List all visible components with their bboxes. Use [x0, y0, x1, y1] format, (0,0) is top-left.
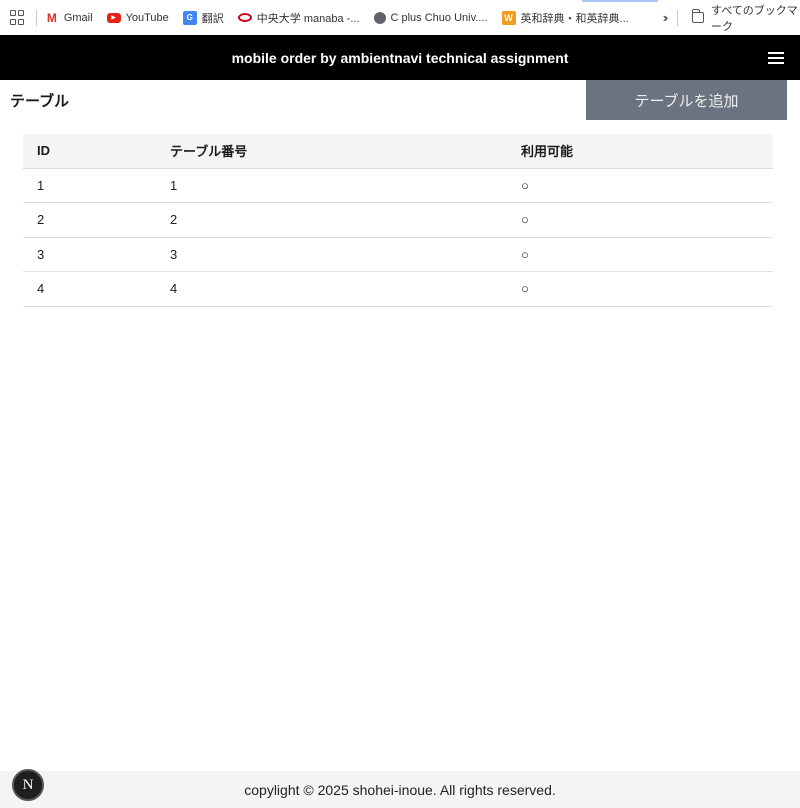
youtube-icon: ▶ — [106, 12, 121, 23]
cell-table-number: 1 — [156, 168, 507, 203]
bookmark-label: 翻訳 — [201, 12, 224, 25]
bookmark-youtube[interactable]: ▶ YouTube — [106, 11, 169, 24]
apps-grid-icon[interactable] — [10, 9, 24, 26]
bookmark-label: 中央大学 manaba -... — [256, 12, 360, 25]
gmail-icon: M — [46, 10, 57, 25]
cell-available: ○ — [507, 237, 773, 272]
column-header-id: ID — [23, 134, 156, 169]
column-header-table-number: テーブル番号 — [156, 134, 507, 169]
app-title: mobile order by ambientnavi technical as… — [231, 49, 569, 66]
tables-table: ID テーブル番号 利用可能 1 1 ○ 2 2 ○ 3 3 ○ 4 4 ○ — [23, 134, 773, 307]
cell-available: ○ — [507, 168, 773, 203]
cell-id: 3 — [23, 237, 156, 272]
translate-icon: G — [182, 10, 197, 25]
bookmark-label: Gmail — [63, 11, 93, 24]
bookmark-weblio[interactable]: W 英和辞典・和英辞典... — [501, 10, 629, 26]
table-row: 1 1 ○ — [23, 168, 773, 203]
app-header: mobile order by ambientnavi technical as… — [0, 35, 800, 80]
bookmark-manaba[interactable]: 中央大学 manaba -... — [237, 10, 360, 26]
globe-icon — [373, 11, 386, 24]
cell-id: 1 — [23, 168, 156, 203]
bookmark-label: C plus Chuo Univ.... — [390, 11, 488, 24]
bookmark-label: 英和辞典・和英辞典... — [520, 12, 629, 25]
more-bookmarks-chevron-icon[interactable]: ›› — [663, 10, 668, 25]
add-table-button[interactable]: テーブルを追加 — [586, 80, 787, 120]
table-row: 3 3 ○ — [23, 237, 773, 272]
table-row: 4 4 ○ — [23, 271, 773, 307]
column-header-available: 利用可能 — [507, 134, 773, 169]
cell-table-number: 3 — [156, 237, 507, 272]
cell-available: ○ — [507, 271, 773, 307]
cell-id: 2 — [23, 202, 156, 238]
bookmarks-divider — [36, 9, 37, 26]
tab-indicator — [582, 0, 658, 2]
all-bookmarks-label: すべてのブックマーク — [711, 4, 798, 33]
bookmarks-divider — [677, 9, 679, 26]
all-bookmarks-folder[interactable]: すべてのブックマーク — [691, 2, 800, 34]
hamburger-menu-icon[interactable] — [768, 52, 784, 64]
table-row: 2 2 ○ — [23, 202, 773, 238]
bookmark-translate[interactable]: G 翻訳 — [182, 10, 224, 26]
table-header-row: ID テーブル番号 利用可能 — [23, 134, 773, 169]
weblio-icon: W — [501, 10, 516, 25]
cell-table-number: 4 — [156, 271, 507, 307]
cell-available: ○ — [507, 202, 773, 238]
bookmark-gmail[interactable]: M Gmail — [45, 11, 93, 25]
nextjs-dev-badge-icon[interactable]: N — [12, 769, 44, 801]
bookmark-cplus[interactable]: C plus Chuo Univ.... — [373, 11, 488, 24]
cell-table-number: 2 — [156, 202, 507, 238]
copyright-text: copylight © 2025 shohei-inoue. All right… — [244, 781, 556, 798]
bookmark-label: YouTube — [125, 11, 169, 24]
bookmarks-bar: M Gmail ▶ YouTube G 翻訳 中央大学 manaba -... … — [0, 0, 800, 35]
manaba-icon — [237, 13, 252, 22]
page-title: テーブル — [10, 93, 70, 110]
folder-icon — [691, 9, 704, 23]
cell-id: 4 — [23, 271, 156, 307]
footer: copylight © 2025 shohei-inoue. All right… — [0, 771, 800, 808]
